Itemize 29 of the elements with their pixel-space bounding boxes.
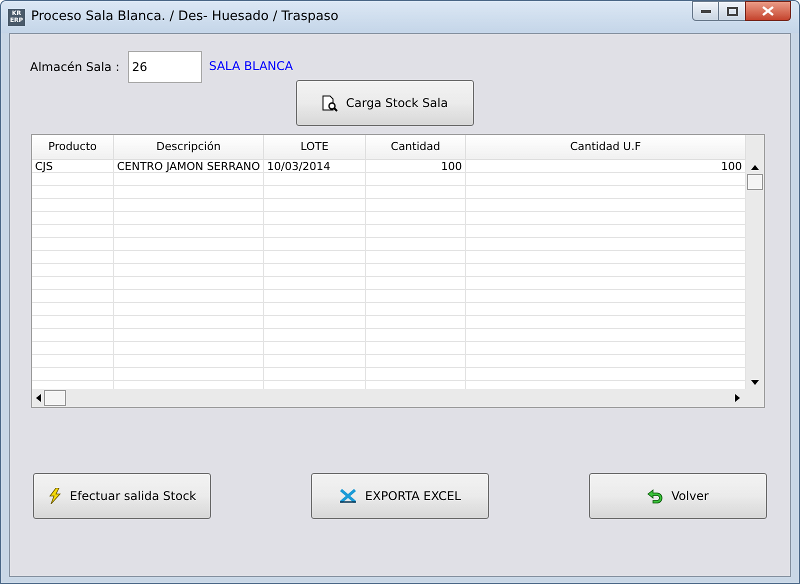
table-cell: CJS <box>32 160 114 172</box>
close-button[interactable] <box>745 1 791 21</box>
close-icon <box>762 6 774 16</box>
vertical-scrollbar[interactable] <box>746 135 764 389</box>
almacen-name: SALA BLANCA <box>209 58 293 74</box>
crossed-pencils-icon <box>339 488 358 504</box>
table-cell: CENTRO JAMON SERRANO <box>114 160 264 172</box>
action-button[interactable]: Volver <box>589 473 767 519</box>
document-search-icon <box>322 94 338 112</box>
action-button[interactable]: Efectuar salida Stock <box>33 473 211 519</box>
table-cell: 100 <box>366 160 466 172</box>
column-header[interactable]: Cantidad <box>366 135 466 160</box>
window-title: Proceso Sala Blanca. / Des- Huesado / Traspaso <box>31 8 338 26</box>
column-header[interactable]: LOTE <box>264 135 366 160</box>
action-button[interactable]: EXPORTA EXCEL <box>311 473 489 519</box>
maximize-button[interactable] <box>719 1 745 21</box>
almacen-field[interactable]: 26 <box>128 51 202 83</box>
return-arrow-icon <box>647 488 664 504</box>
column-header[interactable]: Descripción <box>114 135 264 160</box>
minimize-button[interactable] <box>692 1 719 21</box>
column-header[interactable]: Cantidad U.F <box>466 135 746 160</box>
field-label: Almacén Sala : <box>30 59 121 76</box>
scroll-thumb[interactable] <box>44 390 66 406</box>
lightning-icon <box>48 488 62 504</box>
table-cell: 10/03/2014 <box>264 160 366 172</box>
scroll-thumb[interactable] <box>747 174 763 190</box>
column-header[interactable]: Producto <box>32 135 114 160</box>
horizontal-scrollbar[interactable] <box>32 389 764 407</box>
load-stock-button[interactable]: Carga Stock Sala <box>296 80 474 126</box>
